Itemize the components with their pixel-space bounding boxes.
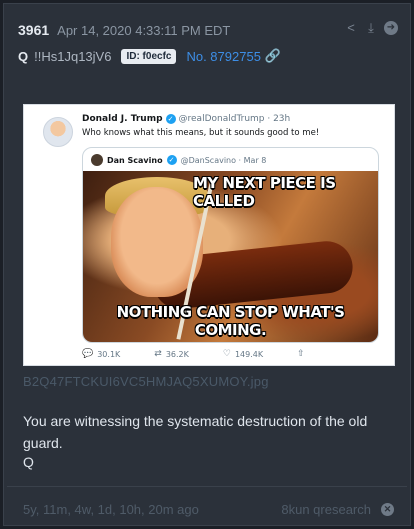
share-stat: ⇧ (297, 349, 305, 359)
post-footer: 5y, 11m, 4w, 1d, 10h, 20m ago 8kun qrese… (23, 501, 394, 517)
quoted-tweet: Dan Scavino ✓ @DanScavino · Mar 8 MY NEX… (82, 147, 379, 343)
quoted-author-handle: @DanScavino · Mar 8 (180, 155, 267, 165)
post-card: 3961 Apr 14, 2020 4:33:11 PM EDT < ⤓ ➜ Q… (3, 3, 411, 526)
divider (7, 486, 407, 487)
tweet-author: Donald J. Trump ✓ @realDonaldTrump · 23h (82, 114, 290, 124)
share-icon: ⇧ (297, 349, 305, 359)
post-timestamp: Apr 14, 2020 4:33:11 PM EDT (57, 22, 231, 38)
meme-image: MY NEXT PIECE IS CALLED NOTHING CAN STOP… (83, 171, 378, 342)
retweet-count: 36.2K (165, 349, 189, 359)
id-badge: ID: f0ecfc (121, 48, 177, 64)
author-name: Q (18, 48, 29, 64)
download-icon[interactable]: ⤓ (364, 21, 378, 35)
retweet-stat: ⇄ 36.2K (154, 349, 189, 359)
verified-icon: ✓ (166, 155, 177, 165)
tweet-stats: 💬 30.1K ⇄ 36.2K ♡ 149.4K ⇧ (82, 349, 305, 359)
close-icon[interactable]: ✕ (381, 502, 394, 516)
link-icon[interactable]: 🔗 (265, 48, 281, 64)
footer-right: 8kun qresearch ✕ (281, 502, 394, 517)
reply-stat: 💬 30.1K (82, 349, 120, 359)
post-signature: Q (23, 454, 34, 470)
share-icon[interactable]: < (344, 21, 358, 35)
post-actions: < ⤓ ➜ (344, 21, 398, 35)
like-count: 149.4K (234, 349, 264, 359)
post-header: 3961 Apr 14, 2020 4:33:11 PM EDT < ⤓ ➜ (18, 21, 398, 39)
tweet-screenshot-image[interactable]: Donald J. Trump ✓ @realDonaldTrump · 23h… (23, 104, 395, 366)
attachment-filename[interactable]: B2Q47FTCKUI6VC5HMJAQ5XUMOY.jpg (23, 374, 269, 389)
post-message: You are witnessing the systematic destru… (23, 413, 368, 451)
forward-icon[interactable]: ➜ (384, 21, 398, 35)
post-number: 3961 (18, 22, 50, 38)
quoted-tweet-author: Dan Scavino ✓ @DanScavino · Mar 8 (91, 154, 266, 166)
meme-top-text: MY NEXT PIECE IS CALLED (193, 174, 336, 210)
like-stat: ♡ 149.4K (223, 349, 263, 359)
board-source[interactable]: 8kun qresearch (281, 502, 371, 517)
retweet-icon: ⇄ (154, 349, 162, 359)
meme-bottom-text: NOTHING CAN STOP WHAT'S COMING. (116, 303, 345, 339)
relative-time: 5y, 11m, 4w, 1d, 10h, 20m ago (23, 501, 199, 517)
reply-count: 30.1K (97, 349, 121, 359)
tripcode: !!Hs1Jq13jV6 (34, 48, 112, 64)
tweet-author-handle: @realDonaldTrump · 23h (178, 114, 291, 124)
reply-icon: 💬 (82, 349, 94, 359)
tweet-author-name: Donald J. Trump (82, 114, 163, 124)
verified-icon: ✓ (165, 114, 176, 124)
tweet-text: Who knows what this means, but it sounds… (82, 128, 320, 138)
quoted-author-name: Dan Scavino (107, 155, 163, 165)
post-link[interactable]: No. 8792755 (186, 49, 260, 64)
heart-icon: ♡ (222, 349, 231, 359)
avatar (43, 117, 73, 147)
post-meta: Q !!Hs1Jq13jV6 ID: f0ecfc No. 8792755 🔗 (18, 47, 281, 65)
avatar (91, 154, 103, 166)
